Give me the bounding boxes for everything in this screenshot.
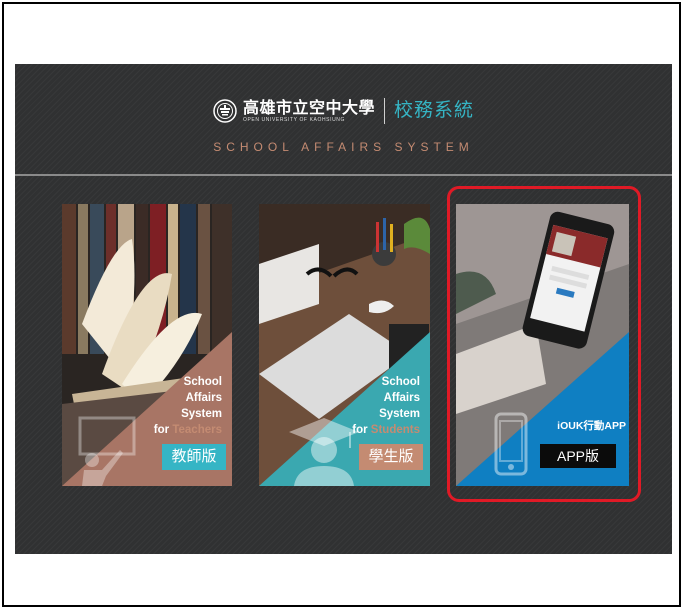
system-title: 校務系統 [394, 100, 475, 121]
student-version-button[interactable]: 學生版 [359, 444, 423, 470]
teacher-icon [78, 416, 136, 486]
logo-separator [384, 98, 385, 124]
card-line-system: System [181, 408, 222, 420]
teacher-system-card[interactable]: School Affairs System for Teachers 教師版 [62, 204, 232, 486]
for-word: for [352, 424, 368, 436]
audience-students: Students [370, 424, 420, 436]
university-seal-icon [213, 99, 237, 123]
student-card-text: School Affairs System for Students [352, 374, 420, 438]
university-name: 高雄市立空中大學 [242, 97, 375, 117]
for-word: for [153, 424, 170, 436]
card-line-school: School [183, 376, 222, 388]
card-line-system: System [379, 408, 420, 420]
card-line-for: for Students [352, 422, 420, 438]
school-affairs-panel: 高雄市立空中大學 OPEN UNIVERSITY OF KAOHSIUNG 校務… [15, 64, 672, 554]
card-line-affairs: Affairs [185, 392, 222, 404]
card-line-school: School [381, 376, 420, 388]
university-english-name: OPEN UNIVERSITY OF KAOHSIUNG [242, 116, 345, 123]
header: 高雄市立空中大學 OPEN UNIVERSITY OF KAOHSIUNG 校務… [15, 64, 672, 174]
system-english-title: SCHOOL AFFAIRS SYSTEM [213, 140, 474, 154]
card-line-affairs: Affairs [383, 392, 420, 404]
student-system-card[interactable]: School Affairs System for Students 學生版 [259, 204, 430, 486]
graduate-icon [289, 418, 359, 486]
app-card-highlight [447, 186, 641, 502]
header-divider [15, 174, 672, 176]
teacher-card-text: School Affairs System for Teachers [154, 374, 222, 438]
logo-row: 高雄市立空中大學 OPEN UNIVERSITY OF KAOHSIUNG 校務… [15, 94, 672, 128]
teacher-version-button[interactable]: 教師版 [162, 444, 226, 470]
card-line-for: for Teachers [154, 422, 222, 438]
audience-teachers: Teachers [172, 424, 222, 436]
university-name-block: 高雄市立空中大學 OPEN UNIVERSITY OF KAOHSIUNG [242, 97, 375, 124]
